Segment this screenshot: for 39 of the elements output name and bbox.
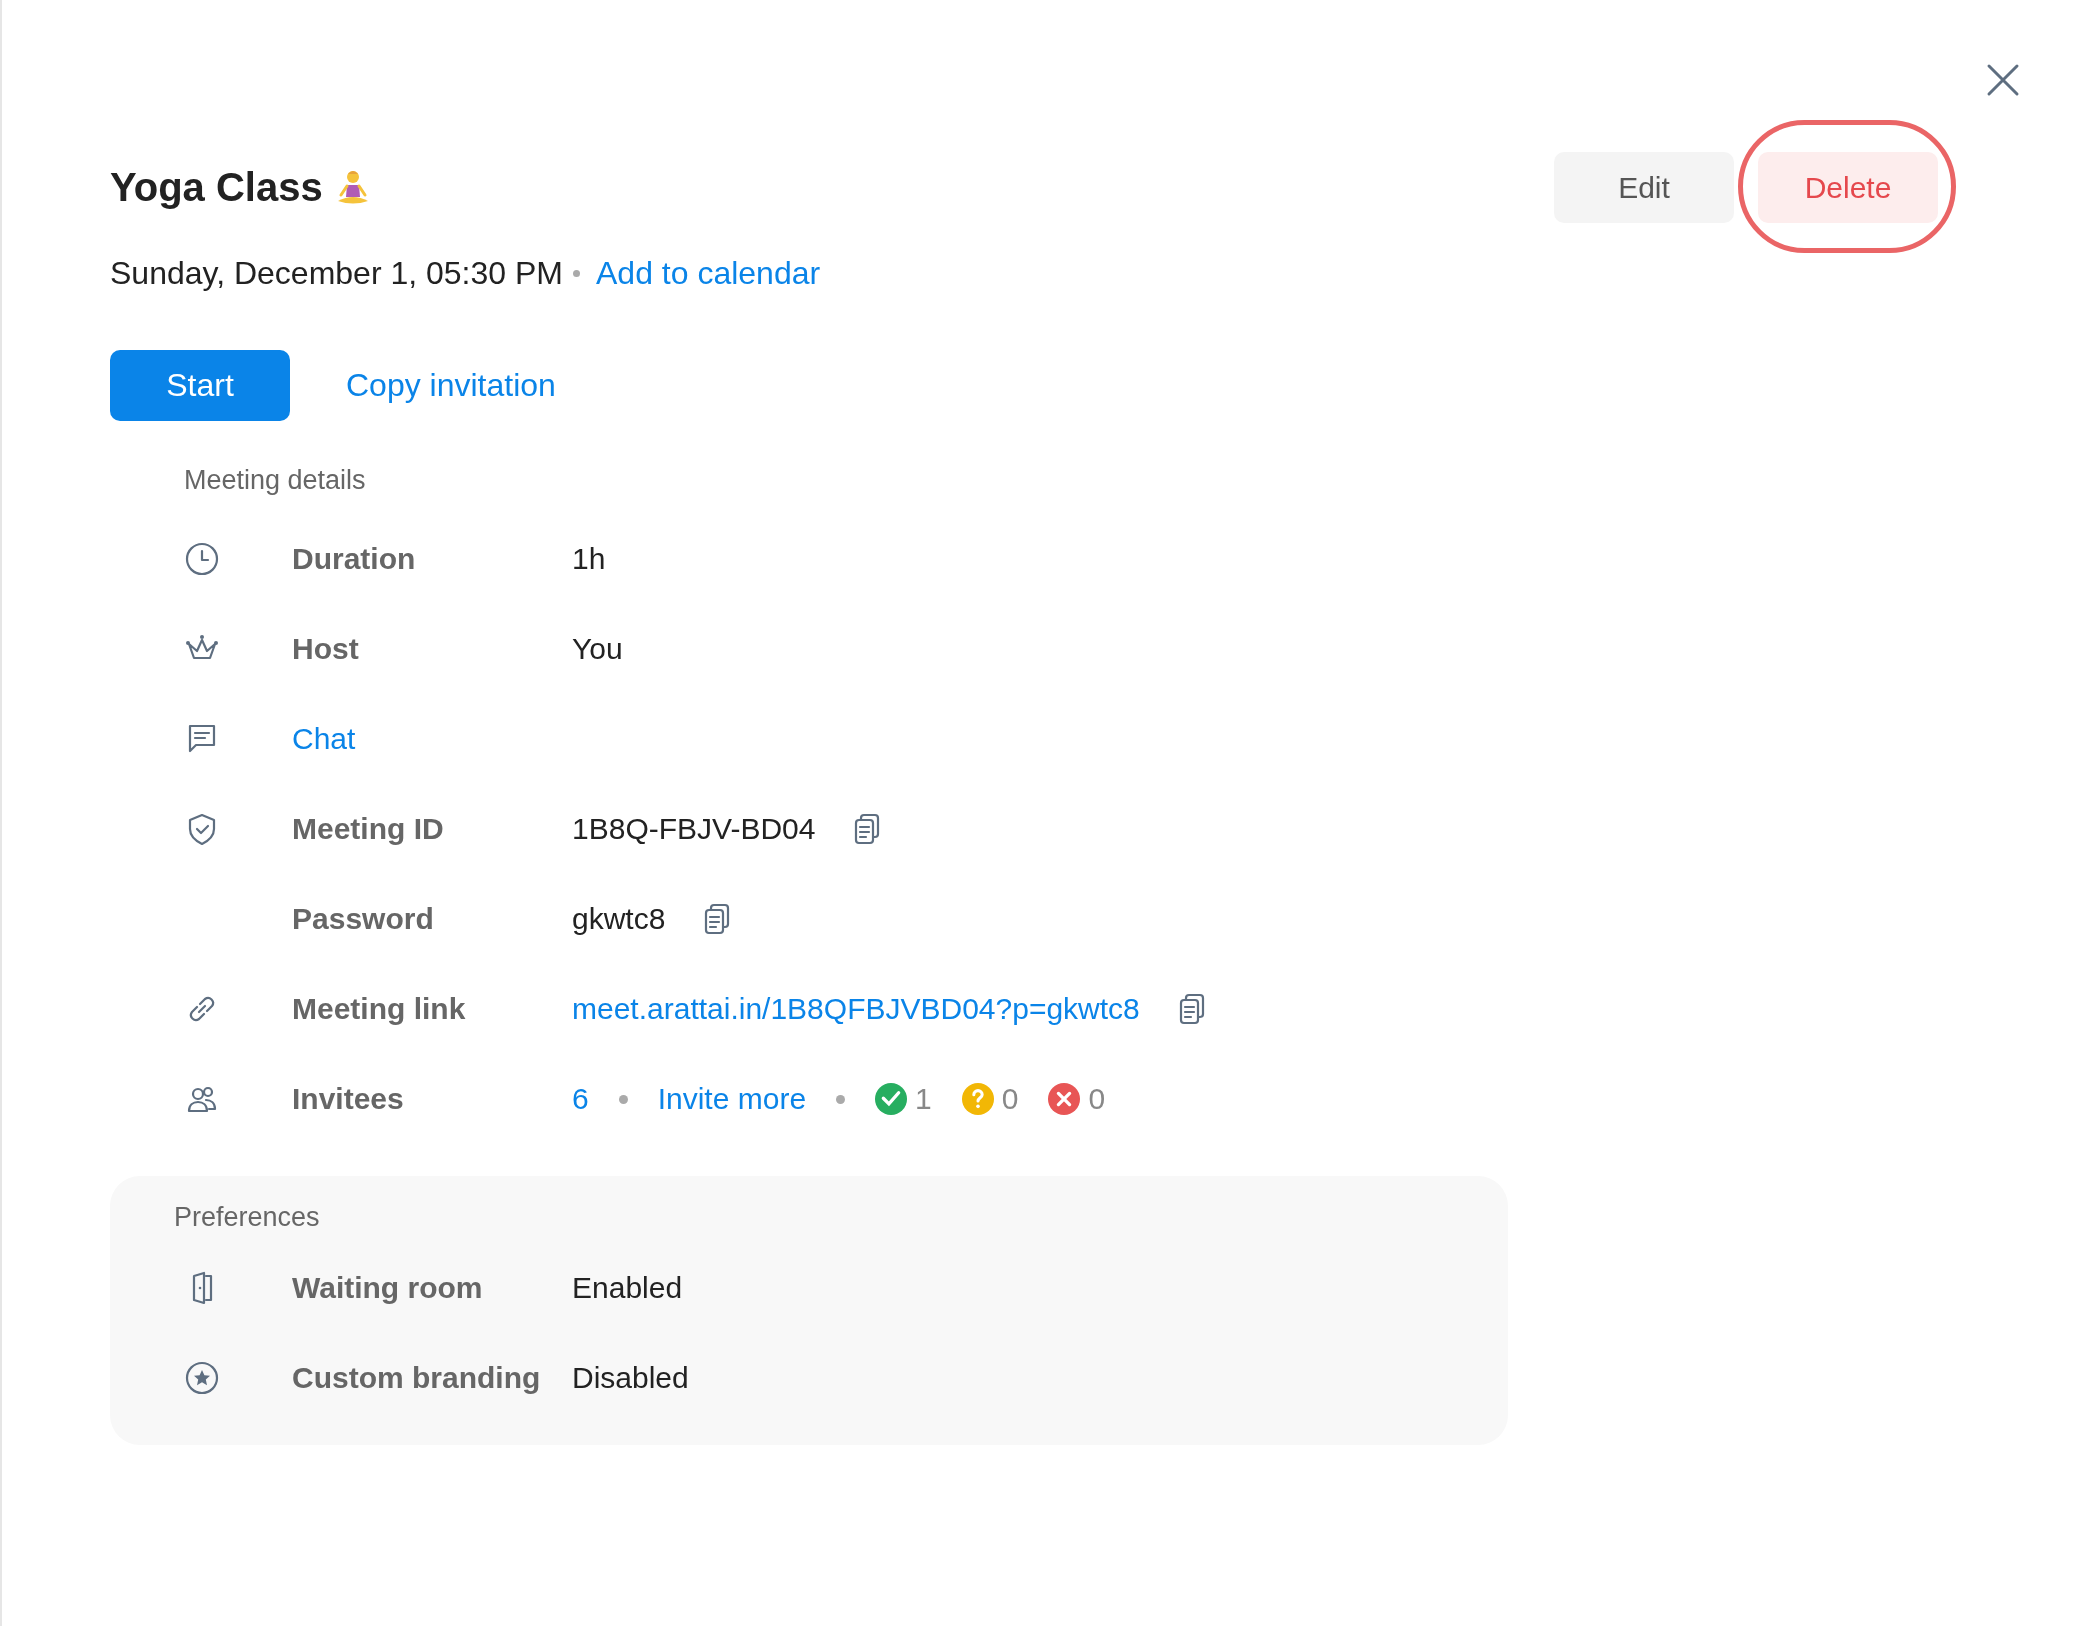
start-button[interactable]: Start [110,350,290,421]
field-label: Meeting ID [292,812,445,846]
invitee-count-link[interactable]: 6 [572,1082,589,1116]
field-label: Host [292,632,360,666]
delete-button[interactable]: Delete [1758,152,1938,223]
meeting-link[interactable]: meet.arattai.in/1B8QFBJVBD04?p=gkwtc8 [572,992,1140,1026]
star-badge-icon [184,1360,220,1396]
edit-button[interactable]: Edit [1554,152,1734,223]
field-value: Enabled [572,1271,683,1305]
field-label: Invitees [292,1082,405,1116]
response-count: 0 [1088,1082,1106,1116]
invite-more-link[interactable]: Invite more [657,1082,807,1116]
copy-invitation-link[interactable]: Copy invitation [346,367,556,404]
response-count: 1 [915,1082,932,1116]
copy-icon[interactable] [853,813,882,845]
copy-icon[interactable] [1177,993,1206,1025]
field-value: 1B8Q-FBJV-BD04 [572,812,816,846]
close-icon[interactable] [1986,63,2020,97]
field-value: You [572,632,623,666]
add-to-calendar-link[interactable]: Add to calendar [596,255,821,292]
copy-icon[interactable] [703,903,732,935]
field-value: gkwtc8 [572,902,666,936]
field-label: Waiting room [292,1271,484,1305]
response-count: 0 [1001,1082,1019,1116]
field-value: Disabled [572,1361,689,1395]
field-label: Password [292,902,435,936]
section-heading: Meeting details [184,465,367,496]
clock-icon [184,541,220,577]
field-value: 1h [572,542,606,576]
section-heading: Preferences [174,1202,321,1233]
chat-link[interactable]: Chat [292,722,572,756]
separator-dot [836,1094,846,1104]
separator-dot [573,270,580,277]
field-label: Duration [292,542,417,576]
meeting-date-time: Sunday, December 1, 05:30 PM [110,255,563,292]
meeting-title: Yoga Class [110,165,323,210]
field-label: Custom branding [292,1361,542,1395]
field-label: Meeting link [292,992,467,1026]
separator-dot [618,1094,628,1104]
